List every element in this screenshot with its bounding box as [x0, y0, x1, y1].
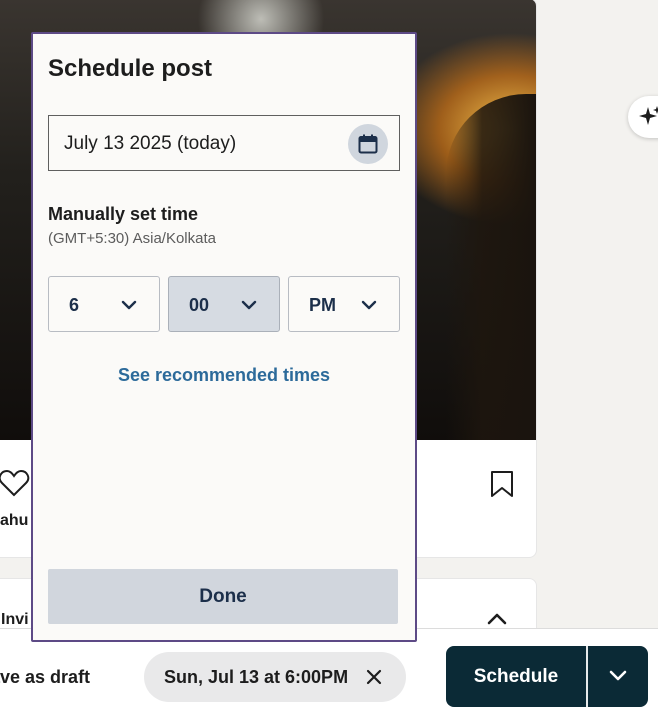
hour-value: 6 — [69, 295, 80, 315]
timezone-label: (GMT+5:30) Asia/Kolkata — [48, 230, 216, 247]
recommended-times-link[interactable]: See recommended times — [33, 365, 415, 386]
chevron-down-icon — [121, 300, 137, 310]
chevron-up-icon[interactable] — [486, 610, 508, 626]
schedule-options-button[interactable] — [588, 646, 648, 707]
date-value: July 13 2025 (today) — [64, 133, 237, 154]
ampm-select[interactable]: PM — [288, 276, 400, 332]
close-icon[interactable] — [366, 669, 382, 685]
manual-time-heading: Manually set time — [48, 204, 199, 224]
chevron-down-icon — [241, 300, 257, 310]
schedule-button[interactable]: Schedule — [446, 646, 586, 707]
dialog-title: Schedule post — [48, 55, 213, 82]
heart-icon[interactable] — [0, 468, 30, 498]
image-detail — [446, 94, 536, 440]
bottom-action-bar: ave as draft Sun, Jul 13 at 6:00PM Sched… — [0, 628, 658, 724]
ai-assist-button[interactable] — [628, 96, 658, 138]
ampm-value: PM — [309, 295, 336, 315]
bookmark-icon[interactable] — [490, 470, 514, 498]
schedule-post-dialog: Schedule post July 13 2025 (today) Manua… — [31, 32, 417, 642]
schedule-button-group: Schedule — [446, 646, 648, 707]
hour-select[interactable]: 6 — [48, 276, 160, 332]
done-button[interactable]: Done — [48, 569, 398, 624]
minute-value: 00 — [189, 295, 210, 315]
calendar-button[interactable] — [348, 124, 388, 164]
scheduled-time-text: Sun, Jul 13 at 6:00PM — [164, 666, 349, 687]
scheduled-time-chip[interactable]: Sun, Jul 13 at 6:00PM — [144, 652, 406, 702]
minute-select[interactable]: 00 — [168, 276, 280, 332]
chevron-down-icon — [361, 300, 377, 310]
chevron-down-icon — [609, 670, 627, 681]
save-draft-button[interactable]: ave as draft — [0, 667, 90, 688]
post-author-name: ahu — [0, 512, 29, 529]
calendar-icon — [358, 134, 378, 154]
invite-text: Invi — [1, 611, 29, 628]
sparkle-icon — [639, 106, 658, 125]
date-input[interactable]: July 13 2025 (today) — [48, 115, 400, 171]
